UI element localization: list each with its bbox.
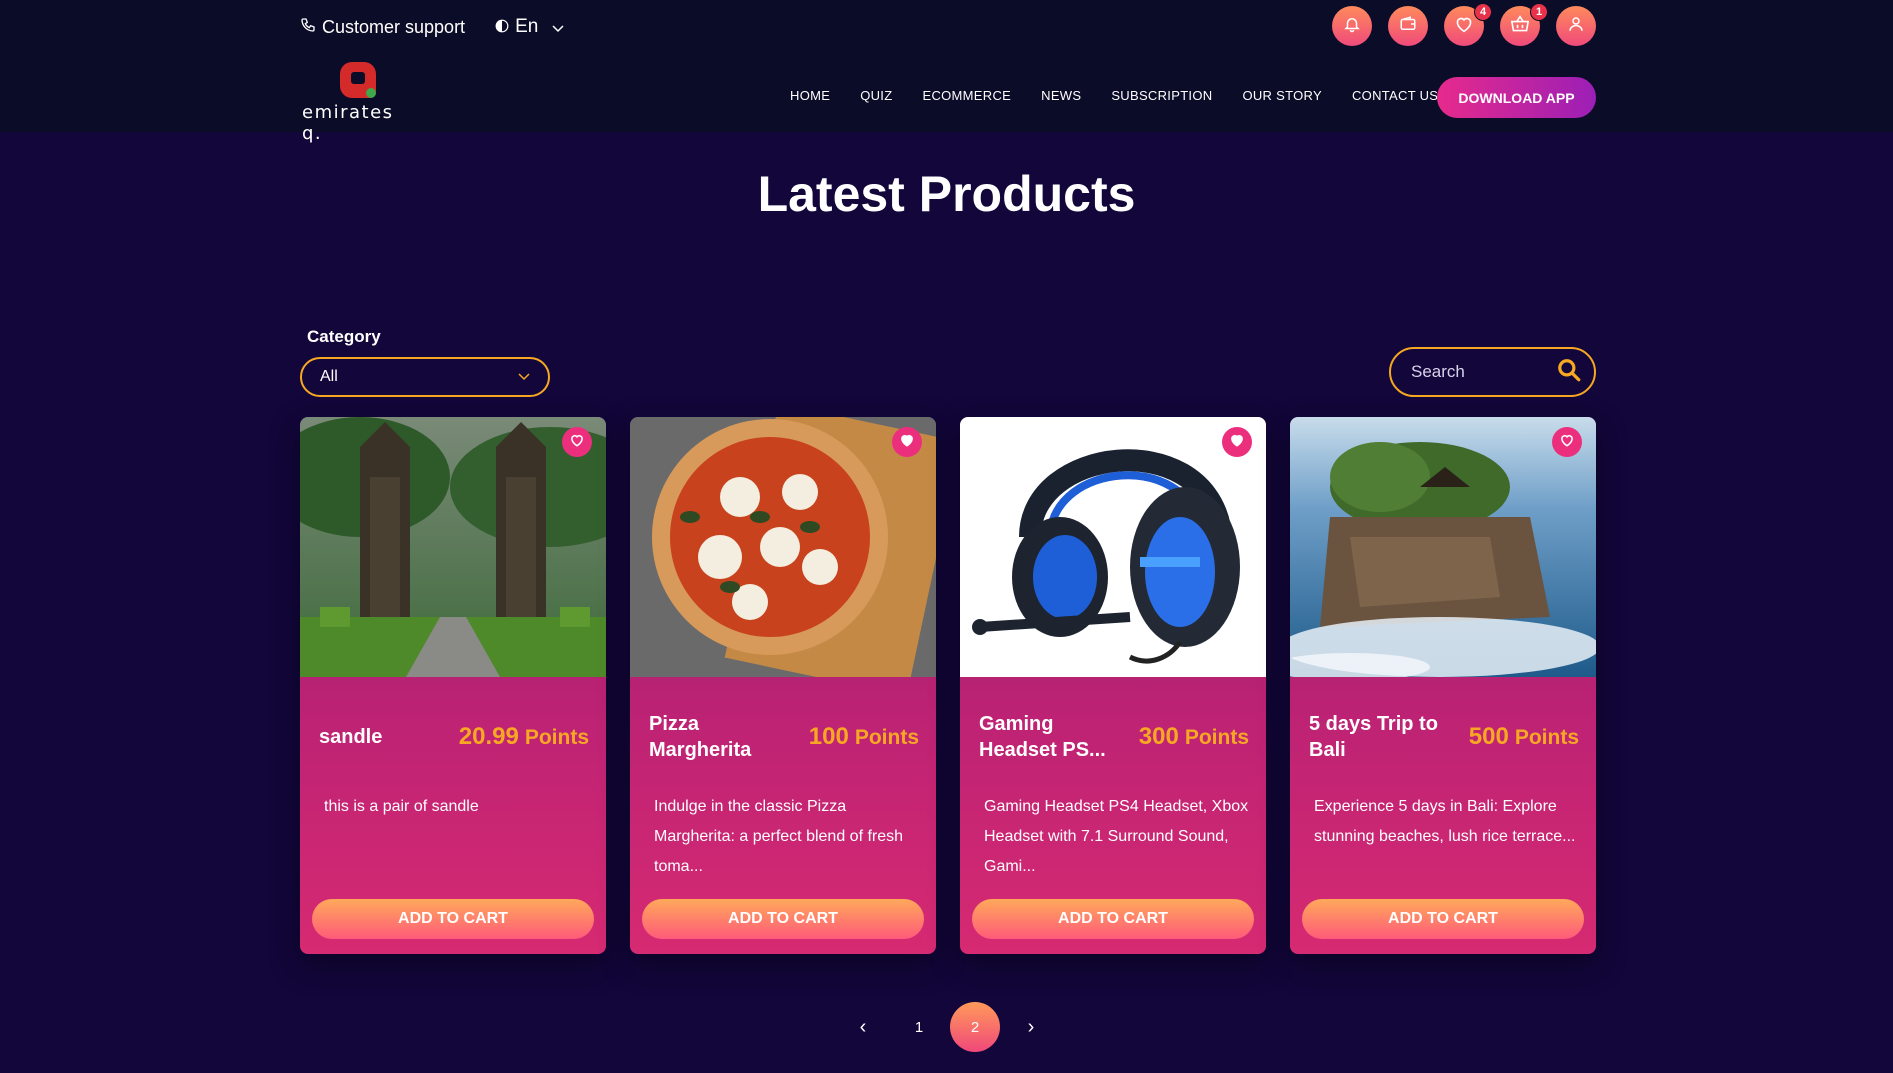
add-to-cart-button[interactable]: ADD TO CART: [1302, 899, 1584, 939]
profile-button[interactable]: [1556, 6, 1596, 46]
product-image[interactable]: [630, 417, 936, 677]
logo-text: emirates q.: [302, 102, 394, 144]
user-icon: [1567, 15, 1585, 38]
favorite-button[interactable]: [1552, 427, 1582, 457]
site-logo[interactable]: emirates q.: [300, 62, 420, 144]
chevron-down-icon: [552, 17, 564, 38]
nav-our-story[interactable]: OUR STORY: [1242, 88, 1322, 103]
points-value: 20.99: [458, 723, 519, 750]
points-value: 300: [1138, 723, 1179, 750]
customer-support-link[interactable]: Customer support: [300, 17, 465, 38]
points-label: Points: [854, 726, 919, 749]
search-input[interactable]: [1411, 362, 1541, 382]
add-to-cart-button[interactable]: ADD TO CART: [972, 899, 1254, 939]
heart-icon: [1454, 15, 1474, 38]
product-title-row: 5 days Trip to Bali 500 Points: [1309, 707, 1579, 767]
favorite-button[interactable]: [562, 427, 592, 457]
user-actions: 4 1: [1332, 3, 1596, 46]
heart-icon: [1229, 433, 1245, 452]
logo-dot: [366, 88, 376, 98]
page-title: Latest Products: [757, 166, 1136, 222]
product-title: Gaming Headset PS...: [979, 713, 1106, 761]
main-nav: HOME QUIZ ECOMMERCE NEWS SUBSCRIPTION OU…: [790, 88, 1438, 103]
product-points: 500 Points: [1469, 723, 1579, 751]
points-label: Points: [524, 726, 589, 749]
nav-quiz[interactable]: QUIZ: [860, 88, 892, 103]
wishlist-count-badge: 4: [1474, 3, 1492, 21]
product-title: 5 days Trip to Bali: [1309, 713, 1438, 761]
basket-icon: [1510, 14, 1530, 38]
product-image[interactable]: [1290, 417, 1596, 677]
product-description: Gaming Headset PS4 Headset, Xbox Headset…: [984, 798, 1249, 875]
favorite-button[interactable]: [892, 427, 922, 457]
product-title-row: Gaming Headset PS... 300 Points: [979, 707, 1249, 767]
nav-news[interactable]: NEWS: [1041, 88, 1081, 103]
points-value: 500: [1468, 723, 1509, 750]
nav-ecommerce[interactable]: ECOMMERCE: [922, 88, 1011, 103]
language-label: En: [515, 16, 539, 37]
cart-count-badge: 1: [1530, 3, 1548, 21]
cart-button[interactable]: 1: [1500, 3, 1548, 46]
nav-subscription[interactable]: SUBSCRIPTION: [1111, 88, 1212, 103]
product-points: 300 Points: [1139, 723, 1249, 751]
category-select[interactable]: All: [300, 357, 550, 397]
pagination: ‹ 1 2 ›: [838, 1002, 1056, 1052]
product-points: 20.99 Points: [459, 723, 589, 751]
wallet-icon: [1399, 15, 1417, 38]
product-description: Indulge in the classic Pizza Margherita:…: [654, 798, 904, 875]
product-card: Gaming Headset PS... 300 Points Gaming He…: [960, 417, 1266, 954]
heart-icon: [1559, 433, 1575, 452]
search-icon[interactable]: [1556, 357, 1582, 388]
customer-support-label: Customer support: [322, 16, 466, 37]
nav-contact-us[interactable]: CONTACT US: [1352, 88, 1438, 103]
nav-home[interactable]: HOME: [790, 88, 830, 103]
site-header: Customer support En 4 1 emirates q. HOME…: [0, 0, 1893, 144]
prev-page-button[interactable]: ‹: [838, 1002, 888, 1052]
product-card: sandle 20.99 Points this is a pair of san…: [300, 417, 606, 954]
product-title-row: Pizza Margherita 100 Points: [649, 707, 919, 767]
product-points: 100 Points: [809, 723, 919, 751]
category-value: All: [320, 368, 338, 385]
product-title: Pizza Margherita: [649, 713, 752, 761]
bell-icon: [1343, 15, 1361, 38]
category-label: Category: [307, 327, 381, 346]
wallet-button[interactable]: [1388, 6, 1428, 46]
language-selector[interactable]: En: [495, 16, 564, 38]
product-image[interactable]: [960, 417, 1266, 677]
globe-icon: [495, 17, 509, 38]
search-box: [1389, 347, 1596, 397]
page-2-button[interactable]: 2: [950, 1002, 1000, 1052]
product-card: 5 days Trip to Bali 500 Points Experience…: [1290, 417, 1596, 954]
phone-icon: [300, 17, 316, 38]
points-label: Points: [1184, 726, 1249, 749]
product-card: Pizza Margherita 100 Points Indulge in th…: [630, 417, 936, 954]
product-description: Experience 5 days in Bali: Explore stunn…: [1314, 798, 1576, 845]
product-image[interactable]: [300, 417, 606, 677]
product-title: sandle: [319, 726, 383, 748]
next-page-button[interactable]: ›: [1006, 1002, 1056, 1052]
points-label: Points: [1514, 726, 1579, 749]
product-description: this is a pair of sandle: [324, 798, 479, 815]
wishlist-button[interactable]: 4: [1444, 3, 1492, 46]
page-1-button[interactable]: 1: [894, 1002, 944, 1052]
points-value: 100: [808, 723, 849, 750]
heart-icon: [899, 433, 915, 452]
add-to-cart-button[interactable]: ADD TO CART: [642, 899, 924, 939]
heart-icon: [569, 433, 585, 452]
product-title-row: sandle 20.99 Points: [319, 707, 589, 767]
add-to-cart-button[interactable]: ADD TO CART: [312, 899, 594, 939]
favorite-button[interactable]: [1222, 427, 1252, 457]
product-grid: sandle 20.99 Points this is a pair of san…: [300, 417, 1596, 954]
download-app-button[interactable]: DOWNLOAD APP: [1437, 77, 1596, 118]
topbar: Customer support En: [300, 12, 564, 42]
notifications-button[interactable]: [1332, 6, 1372, 46]
chevron-down-icon: [518, 368, 530, 386]
